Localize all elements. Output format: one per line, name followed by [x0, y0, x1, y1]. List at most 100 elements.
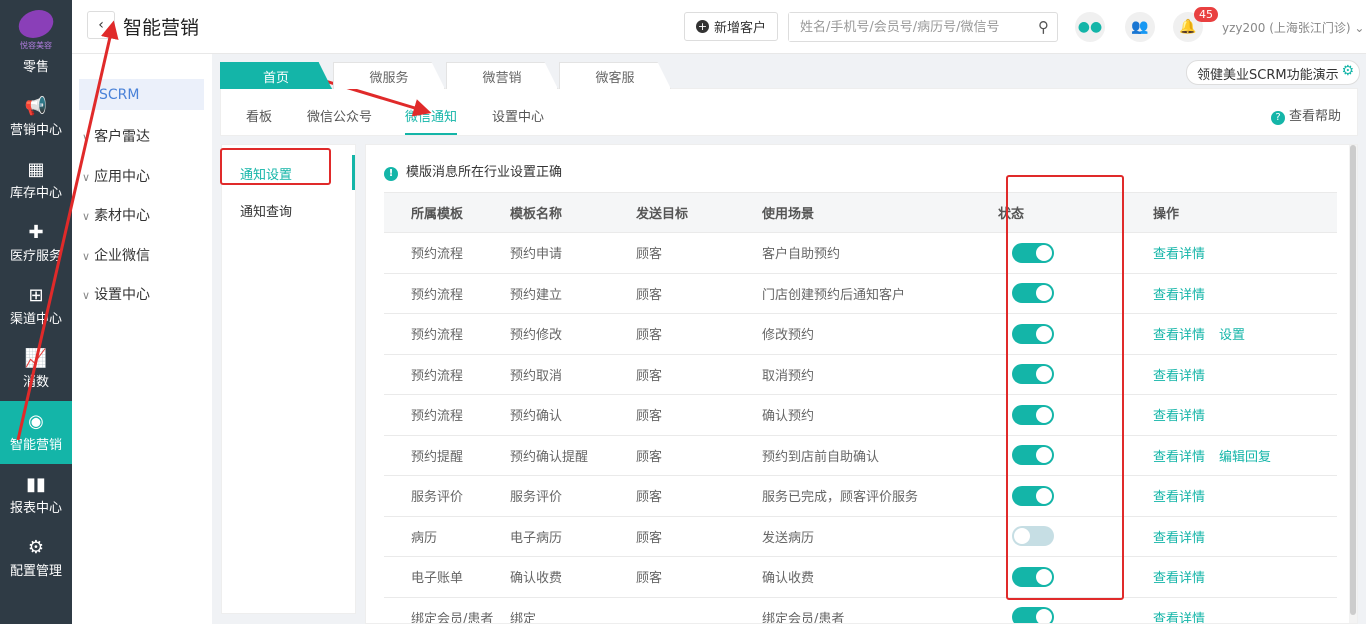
status-toggle[interactable] [1012, 242, 1054, 263]
submenu-item-1[interactable]: ∨ 应用中心 [82, 166, 150, 186]
chevron-down-icon: ∨ [82, 249, 91, 263]
sidebar-item-1[interactable]: 📢 营销中心 [0, 86, 72, 149]
search-input[interactable] [789, 13, 1025, 41]
col-target: 发送目标 [636, 192, 762, 233]
sidebar-item-6[interactable]: ◉ 智能营销 [0, 401, 72, 464]
sidebar-item-label: 渠道中心 [9, 312, 62, 327]
action-link[interactable]: 编辑回复 [1219, 450, 1271, 465]
view-details-link[interactable]: 查看详情 [1153, 531, 1205, 546]
cell-name: 服务评价 [510, 475, 636, 517]
cell-status [998, 354, 1153, 395]
status-toggle[interactable] [1012, 485, 1054, 506]
action-link[interactable]: 设置 [1219, 328, 1245, 343]
cell-scene: 客户自助预约 [762, 232, 998, 274]
status-toggle[interactable] [1012, 404, 1054, 425]
view-details-link[interactable]: 查看详情 [1153, 612, 1205, 623]
main-tab-3[interactable]: 设置中心 [492, 106, 544, 125]
demo-button-label: 领健美业SCRM功能演示 [1197, 68, 1339, 83]
table-row: 预约流程 预约建立 顾客 门店创建预约后通知客户 查看详情 [384, 273, 1337, 314]
chevron-down-icon: ⌄ [1354, 21, 1365, 35]
plus-icon: + [695, 20, 709, 33]
main-tab-1[interactable]: 微信公众号 [307, 106, 372, 125]
view-details-link[interactable]: 查看详情 [1153, 490, 1205, 505]
status-toggle[interactable] [1012, 283, 1054, 304]
cell-group: 预约流程 [384, 394, 510, 436]
col-name: 模板名称 [510, 192, 636, 233]
submenu-item-2[interactable]: ∨ 素材中心 [82, 205, 150, 225]
search-icon[interactable]: ⚲ [1038, 18, 1049, 36]
help-link[interactable]: ? 查看帮助 [1270, 105, 1341, 125]
col-group: 所属模板 [384, 192, 510, 233]
user-menu[interactable]: yzy200 (上海张江门诊) ⌄ [1222, 19, 1364, 36]
sidebar-item-8[interactable]: ⚙ 配置管理 [0, 527, 72, 590]
cell-name: 预约修改 [510, 313, 636, 355]
cell-status [998, 273, 1153, 314]
sidebar-item-4[interactable]: ⊞ 渠道中心 [0, 275, 72, 338]
sidebar-item-2[interactable]: ▦ 库存中心 [0, 149, 72, 212]
scrollbar-thumb[interactable] [1350, 145, 1356, 615]
view-details-link[interactable]: 查看详情 [1153, 571, 1205, 586]
grid-icon: ▦ [27, 159, 45, 180]
sidebar-item-label: 配置管理 [9, 564, 62, 579]
sidebar-item-label: 库存中心 [9, 186, 62, 201]
cell-actions: 查看详情 [1153, 232, 1337, 274]
gear-icon: ⚙ [27, 537, 45, 558]
table-row: 预约流程 预约取消 顾客 取消预约 查看详情 [384, 354, 1337, 395]
notify-content: ! 模版消息所在行业设置正确 所属模板 模板名称 发送目标 使用场景 状态 操作 … [365, 144, 1358, 624]
main-tab-2[interactable]: 微信通知 [405, 106, 457, 125]
cell-status [998, 394, 1153, 436]
table-row: 病历 电子病历 顾客 发送病历 查看详情 [384, 516, 1337, 557]
org-chart-icon: ⊞ [28, 285, 44, 306]
module-tab-0[interactable]: 首页 [220, 62, 332, 89]
view-details-link[interactable]: 查看详情 [1153, 409, 1205, 424]
sidebar-item-7[interactable]: ▮▮ 报表中心 [0, 464, 72, 527]
view-details-link[interactable]: 查看详情 [1153, 247, 1205, 262]
cell-group: 绑定会员/患者 [384, 597, 510, 623]
users-icon[interactable]: 👥 [1125, 12, 1155, 42]
status-toggle[interactable] [1012, 364, 1054, 385]
cell-group: 预约流程 [384, 273, 510, 314]
col-status: 状态 [998, 192, 1153, 233]
new-customer-button[interactable]: + 新增客户 [684, 12, 778, 41]
content-scrollbar[interactable] [1349, 145, 1357, 623]
sidebar-item-3[interactable]: ✚ 医疗服务 [0, 212, 72, 275]
cell-actions: 查看详情 [1153, 597, 1337, 623]
module-tab-1[interactable]: 微服务 [333, 62, 445, 89]
module-tab-3[interactable]: 微客服 [559, 62, 671, 89]
cell-name: 预约取消 [510, 354, 636, 395]
sidebar-item-0[interactable]: 零售 [0, 56, 72, 86]
view-details-link[interactable]: 查看详情 [1153, 288, 1205, 303]
cell-name: 绑定 [510, 597, 636, 623]
nav-notify-query[interactable]: 通知查询 [240, 201, 292, 220]
demo-button[interactable]: 领健美业SCRM功能演示 ⚙ [1186, 60, 1360, 85]
cell-actions: 查看详情 [1153, 556, 1337, 598]
submenu-item-0[interactable]: ∨ 客户雷达 [82, 126, 150, 146]
sidebar-item-label: 报表中心 [9, 501, 62, 516]
wechat-icon[interactable]: ●● [1075, 12, 1105, 42]
submenu-item-3[interactable]: ∨ 企业微信 [82, 245, 150, 265]
back-button[interactable]: ‹ [87, 11, 115, 39]
status-toggle[interactable] [1012, 526, 1054, 547]
line-chart-icon: 📈 [24, 348, 48, 369]
template-table: 所属模板 模板名称 发送目标 使用场景 状态 操作 预约流程 预约申请 顾客 客户自助… [384, 192, 1337, 623]
submenu-item-4[interactable]: ∨ 设置中心 [82, 284, 150, 304]
view-details-link[interactable]: 查看详情 [1153, 450, 1205, 465]
cell-name: 预约确认 [510, 394, 636, 436]
status-toggle[interactable] [1012, 566, 1054, 587]
submenu-scrm[interactable]: SCRM [79, 79, 204, 110]
sidebar-item-5[interactable]: 📈 消数 [0, 338, 72, 401]
status-toggle[interactable] [1012, 323, 1054, 344]
medical-kit-icon: ✚ [28, 222, 44, 243]
col-scene: 使用场景 [762, 192, 998, 233]
status-toggle[interactable] [1012, 607, 1054, 623]
status-toggle[interactable] [1012, 445, 1054, 466]
cell-scene: 取消预约 [762, 354, 998, 395]
table-row: 预约提醒 预约确认提醒 顾客 预约到店前自助确认 查看详情 编辑回复 [384, 435, 1337, 476]
nav-notify-settings[interactable]: 通知设置 [240, 164, 292, 183]
col-actions: 操作 [1153, 192, 1337, 233]
view-details-link[interactable]: 查看详情 [1153, 369, 1205, 384]
module-tab-2[interactable]: 微营销 [446, 62, 558, 89]
view-details-link[interactable]: 查看详情 [1153, 328, 1205, 343]
cell-target: 顾客 [636, 313, 762, 355]
main-tab-0[interactable]: 看板 [246, 106, 272, 125]
